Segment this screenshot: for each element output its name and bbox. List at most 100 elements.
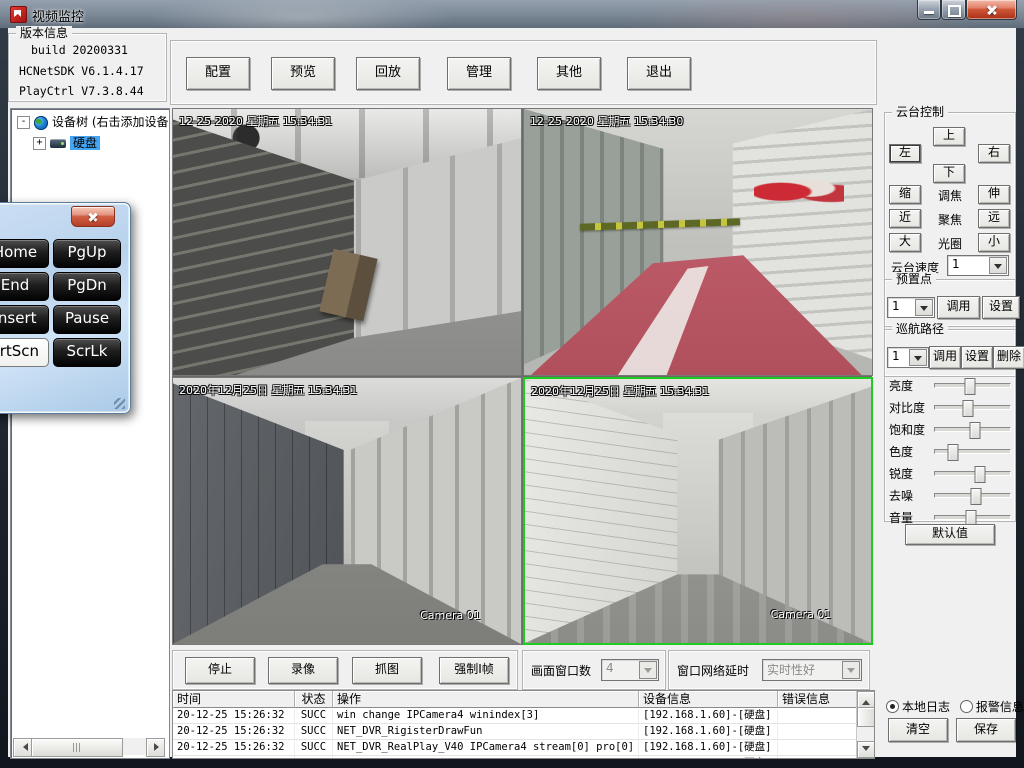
ptz-left-button[interactable]: 左 — [889, 144, 921, 163]
key-pgdn[interactable]: PgDn — [53, 272, 121, 301]
radio-icon — [886, 700, 899, 713]
app-icon — [10, 6, 27, 23]
camera-timestamp: 12-25-2020 星期五 15:34:30 — [530, 113, 683, 129]
log-vertical-scrollbar[interactable] — [856, 691, 874, 758]
scroll-right-button[interactable] — [146, 738, 165, 757]
slider-thumb[interactable] — [969, 422, 980, 439]
other-button[interactable]: 其他 — [537, 57, 601, 90]
clear-log-button[interactable]: 清空 — [888, 718, 948, 742]
col-header-time[interactable]: 时间 — [173, 691, 295, 708]
key-end[interactable]: End — [0, 272, 49, 301]
manage-button[interactable]: 管理 — [447, 57, 511, 90]
focus-far-button[interactable]: 远 — [978, 209, 1010, 228]
slider-thumb[interactable] — [971, 488, 982, 505]
preset-title: 预置点 — [892, 272, 936, 286]
keyboard-close-button[interactable] — [71, 206, 115, 227]
volume-slider[interactable] — [934, 515, 1011, 520]
cell-operation: NET_DVR_RigisterDrawFun — [333, 724, 639, 739]
scroll-up-button[interactable] — [857, 691, 875, 708]
scroll-thumb[interactable] — [31, 738, 123, 757]
log-row[interactable]: 20-12-25 15:26:32 SUCC win change IPCame… — [173, 708, 874, 724]
cruise-call-button[interactable]: 调用 — [929, 346, 961, 369]
cruise-set-button[interactable]: 设置 — [961, 346, 993, 369]
cruise-delete-button[interactable]: 删除 — [993, 346, 1024, 369]
camera-view-1[interactable]: 12-25-2020 星期五 15:34:31 — [172, 108, 522, 376]
slider-thumb[interactable] — [963, 400, 974, 417]
default-values-button[interactable]: 默认值 — [905, 524, 995, 545]
tree-root-item[interactable]: -设备树 (右击添加设备 — [17, 114, 169, 131]
key-insert[interactable]: Insert — [0, 305, 49, 334]
brightness-slider[interactable] — [934, 383, 1011, 388]
saturation-slider[interactable] — [934, 427, 1011, 432]
key-prtscn[interactable]: PrtScn — [0, 338, 49, 367]
ptz-speed-combo[interactable]: 1 — [947, 255, 1009, 276]
log-row[interactable]: 20-12-25 15:26:32 SUCC win change IPCame… — [173, 756, 874, 759]
scroll-down-icon — [862, 746, 870, 755]
key-pause[interactable]: Pause — [53, 305, 121, 334]
preset-combo[interactable]: 1 — [887, 297, 935, 318]
hue-slider[interactable] — [934, 449, 1011, 454]
stop-button[interactable]: 停止 — [185, 657, 255, 684]
titlebar: 视频监控 — [0, 0, 1024, 29]
contrast-slider[interactable] — [934, 405, 1011, 410]
ptz-right-button[interactable]: 右 — [978, 144, 1010, 163]
scroll-thumb[interactable] — [857, 707, 875, 727]
cell-device: [192.168.1.60]-[硬盘] — [639, 740, 778, 755]
sharpness-slider[interactable] — [934, 471, 1011, 476]
cruise-combo[interactable]: 1 — [887, 347, 929, 368]
log-row[interactable]: 20-12-25 15:26:32 SUCC NET_DVR_RealPlay_… — [173, 740, 874, 756]
alarm-info-label: 报警信息 — [976, 700, 1024, 714]
minimize-button[interactable] — [917, 0, 941, 20]
close-button[interactable] — [966, 0, 1017, 20]
denoise-slider-row: 去噪 — [889, 485, 1011, 505]
preset-value: 1 — [892, 299, 916, 313]
local-log-radio[interactable]: 本地日志 — [886, 700, 950, 714]
camera-view-2[interactable]: 12-25-2020 星期五 15:34:30 — [523, 108, 873, 376]
camera-view-3[interactable]: 2020年12月25日 星期五 15:34:31 Camera 01 — [172, 377, 522, 645]
tree-horizontal-scrollbar[interactable] — [13, 738, 165, 755]
alarm-info-radio[interactable]: 报警信息 — [960, 700, 1024, 714]
preset-call-button[interactable]: 调用 — [937, 296, 980, 319]
cell-time: 20-12-25 15:26:32 — [173, 756, 295, 759]
combo-arrow-icon[interactable] — [989, 257, 1007, 274]
tree-device-item[interactable]: +硬盘 — [33, 135, 100, 152]
key-scrlk[interactable]: ScrLk — [53, 338, 121, 367]
scroll-down-button[interactable] — [857, 741, 875, 758]
slider-thumb[interactable] — [965, 378, 976, 395]
config-button[interactable]: 配置 — [186, 57, 250, 90]
zoom-in-button[interactable]: 伸 — [978, 185, 1010, 204]
save-log-button[interactable]: 保存 — [956, 718, 1016, 742]
camera-name-label: Camera 01 — [420, 609, 481, 622]
slider-thumb[interactable] — [975, 466, 986, 483]
col-header-operation[interactable]: 操作 — [333, 691, 639, 708]
col-header-device[interactable]: 设备信息 — [639, 691, 778, 708]
playback-button[interactable]: 回放 — [356, 57, 420, 90]
scroll-left-button[interactable] — [13, 738, 32, 757]
maximize-button[interactable] — [941, 0, 966, 20]
slider-thumb[interactable] — [948, 444, 959, 461]
combo-arrow-icon[interactable] — [915, 299, 933, 316]
preset-set-button[interactable]: 设置 — [982, 296, 1020, 319]
globe-icon — [34, 116, 48, 130]
capture-button[interactable]: 抓图 — [352, 657, 422, 684]
force-iframe-button[interactable]: 强制I帧 — [439, 657, 509, 684]
denoise-slider[interactable] — [934, 493, 1011, 498]
tree-expand-toggle[interactable]: + — [33, 137, 46, 150]
ptz-up-button[interactable]: 上 — [933, 127, 965, 146]
key-home[interactable]: Home — [0, 239, 49, 268]
ptz-down-button[interactable]: 下 — [933, 164, 965, 183]
combo-arrow-icon[interactable] — [909, 349, 927, 366]
window-title: 视频监控 — [32, 6, 84, 25]
log-row[interactable]: 20-12-25 15:26:32 SUCC NET_DVR_RigisterD… — [173, 724, 874, 740]
tree-collapse-toggle[interactable]: - — [17, 116, 30, 129]
resize-grip[interactable] — [114, 398, 125, 409]
preview-button[interactable]: 预览 — [271, 57, 335, 90]
exit-button[interactable]: 退出 — [627, 57, 691, 90]
col-header-status[interactable]: 状态 — [295, 691, 333, 708]
onscreen-keyboard-window[interactable]: Home PgUp End PgDn Insert Pause PrtScn S… — [0, 202, 131, 414]
record-button[interactable]: 录像 — [268, 657, 338, 684]
iris-close-button[interactable]: 小 — [978, 233, 1010, 252]
cell-status: SUCC — [295, 708, 333, 723]
key-pgup[interactable]: PgUp — [53, 239, 121, 268]
camera-view-4-selected[interactable]: 2020年12月25日 星期五 15:34:31 Camera 01 — [523, 377, 873, 645]
